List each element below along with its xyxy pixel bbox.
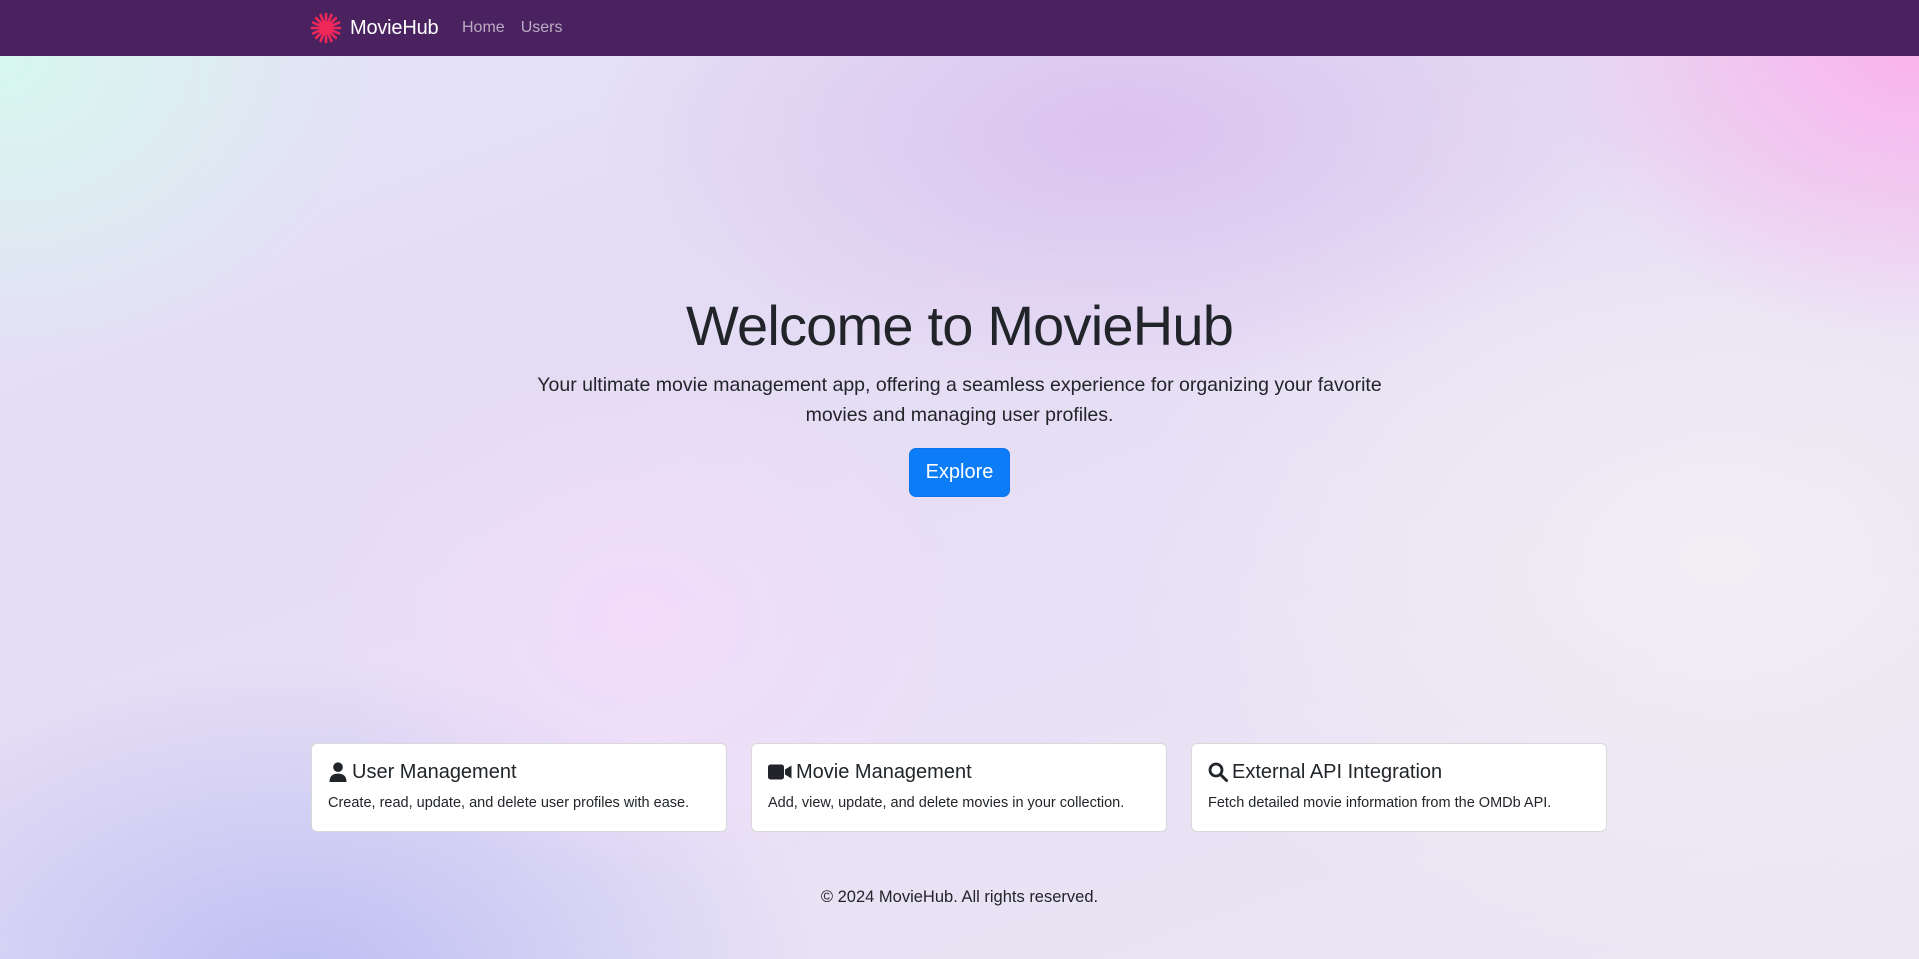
- hero-title: Welcome to MovieHub: [685, 294, 1234, 357]
- feature-card-title: Movie Management: [768, 760, 1150, 784]
- search-icon: [1208, 762, 1228, 782]
- footer: © 2024 MovieHub. All rights reserved.: [0, 888, 1919, 907]
- feature-description: Add, view, update, and delete movies in …: [768, 795, 1125, 811]
- feature-card-movie-management: Movie Management Add, view, update, and …: [751, 743, 1167, 832]
- feature-description: Create, read, update, and delete user pr…: [328, 795, 690, 811]
- red-asterisk-logo-icon: [310, 12, 342, 44]
- explore-button[interactable]: Explore: [908, 448, 1011, 497]
- feature-title-text: External API Integration: [1232, 761, 1443, 783]
- video-camera-icon: [768, 762, 792, 782]
- brand-name: MovieHub: [350, 16, 439, 39]
- feature-title-text: User Management: [352, 761, 517, 783]
- feature-card-title: External API Integration: [1208, 760, 1590, 784]
- navbar: MovieHub Home Users: [0, 0, 1919, 56]
- hero-section: Welcome to MovieHub Your ultimate movie …: [0, 290, 1919, 497]
- feature-card-user-management: User Management Create, read, update, an…: [311, 743, 727, 832]
- footer-copyright: © 2024 MovieHub. All rights reserved.: [820, 888, 1099, 906]
- brand-link[interactable]: MovieHub: [310, 12, 439, 44]
- user-icon: [328, 762, 348, 782]
- nav-links: Home Users: [462, 0, 562, 56]
- nav-link-home[interactable]: Home: [462, 19, 505, 37]
- nav-link-users[interactable]: Users: [521, 19, 563, 37]
- feature-card-title: User Management: [328, 760, 710, 784]
- feature-description: Fetch detailed movie information from th…: [1208, 795, 1552, 811]
- features-row: User Management Create, read, update, an…: [311, 743, 1607, 832]
- feature-card-external-api: External API Integration Fetch detailed …: [1191, 743, 1607, 832]
- feature-title-text: Movie Management: [796, 761, 972, 783]
- hero-subtitle: Your ultimate movie management app, offe…: [537, 374, 1382, 426]
